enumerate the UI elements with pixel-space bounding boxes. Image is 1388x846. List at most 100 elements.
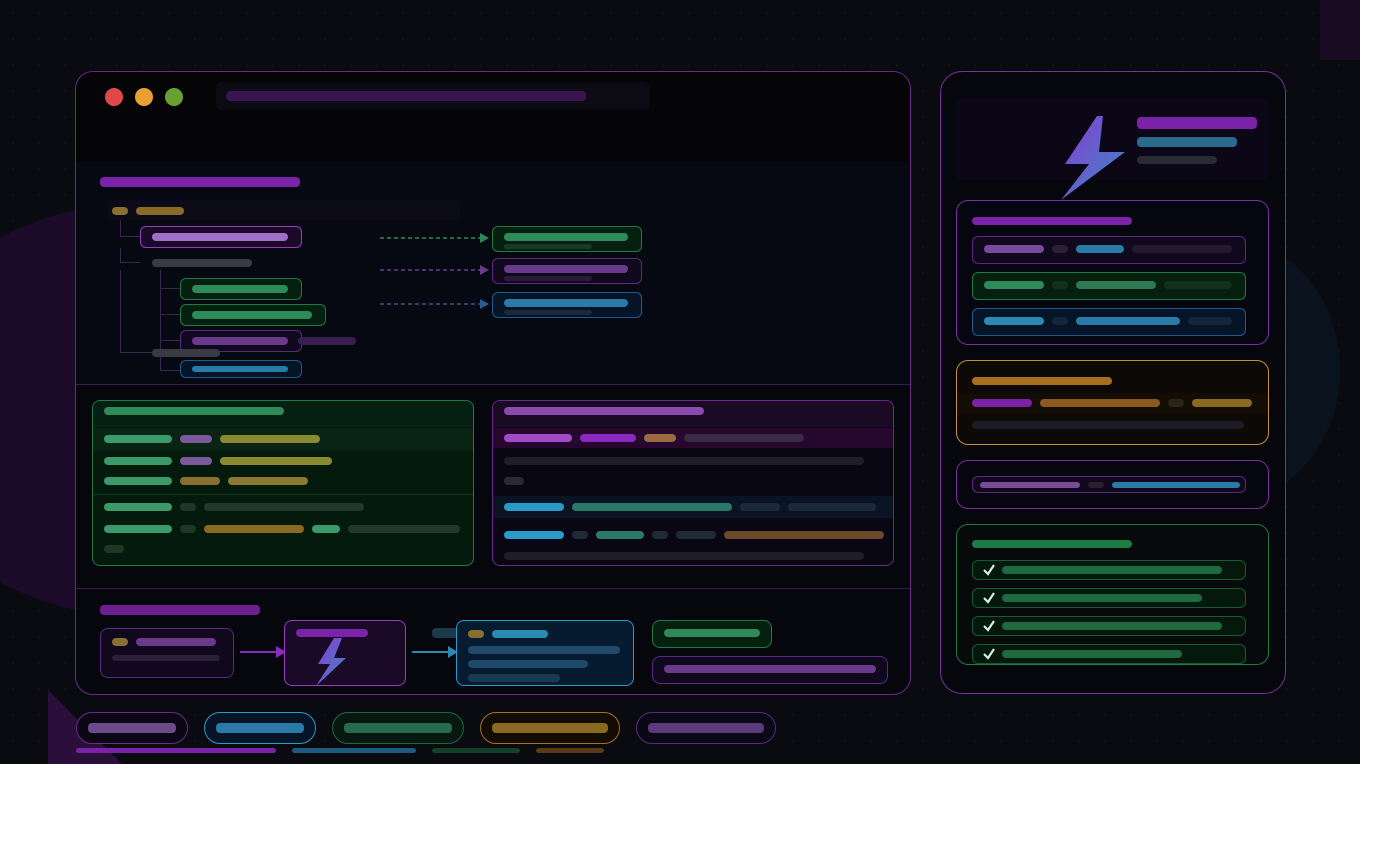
code-token [104,477,172,485]
filter-chip-label [216,723,304,733]
warning-token [972,399,1032,407]
tree-connector [160,314,180,315]
tree-connector [120,236,140,237]
warning-token [1192,399,1252,407]
output-node-meta [504,276,592,281]
output-node-label [504,233,628,241]
code-token [104,457,172,465]
prop-key [984,281,1044,289]
code-token [204,503,364,511]
output-node-label [504,299,628,307]
main-window [75,71,911,695]
minimize-button[interactable] [135,88,153,106]
code-token [572,531,588,539]
progress-segment-green [432,748,520,753]
tree-connector [160,340,180,341]
tree-connector [120,248,121,262]
code-token [220,457,332,465]
code-token [740,503,780,511]
warning-token [1168,399,1184,407]
pipeline-output-icon [468,630,484,638]
tree-node-label [192,366,288,372]
pipeline-result-label [664,665,876,673]
code-token [204,525,304,533]
prop-value [1076,245,1124,253]
filter-chip-label [88,723,176,733]
tree-node-label [192,285,288,293]
tree-folder-label[interactable] [152,259,252,267]
code-token [228,477,308,485]
pipeline-result-label [664,629,760,637]
prop-key [984,317,1044,325]
hero-meta [1137,156,1217,164]
checklist-item-label [1002,650,1182,658]
title-bar [76,72,910,162]
pipeline-title [100,605,260,615]
code-token [504,531,564,539]
code-token [312,525,340,533]
pipeline-output-label [492,630,548,638]
tree-connector [120,352,152,353]
pipeline-output-line [468,660,588,668]
code-token [580,434,636,442]
pipeline-output-line [468,674,560,682]
code-token [104,503,172,511]
checkmark-icon [983,592,995,604]
link-sep [1088,482,1104,488]
prop-sep [1052,317,1068,325]
code-token [220,435,320,443]
prop-sep [1052,245,1068,253]
checklist-item-label [1002,594,1202,602]
address-bar-text [226,91,586,101]
tree-root-icon [112,207,128,215]
tree-root-label [136,207,184,215]
background-glow [1320,0,1360,60]
code-token [644,434,676,442]
prop-extra [1164,281,1232,289]
checkmark-icon [983,564,995,576]
warning-token [1040,399,1160,407]
pipeline-source-card[interactable] [100,628,234,678]
tree-connector [120,262,140,263]
props-card-title [972,217,1132,225]
prop-value [1076,317,1180,325]
section-divider [76,384,910,385]
code-token [504,477,524,485]
code-token [596,531,644,539]
lightning-bolt-icon [1061,116,1125,200]
progress-segment-purple [76,748,276,753]
close-button[interactable] [105,88,123,106]
checkmark-icon [983,648,995,660]
code-token [504,552,864,560]
prop-extra [1188,317,1232,325]
prop-value [1076,281,1156,289]
tree-connector [160,370,180,371]
section-divider [76,588,910,589]
tree-node-tooltip [298,337,356,345]
filter-chip-label [648,723,764,733]
progress-segment-blue [292,748,416,753]
code-token [788,503,876,511]
tree-node-label [192,337,288,345]
tree-node-label [152,233,288,241]
code-token [104,435,172,443]
checklist-item-label [1002,566,1222,574]
code-panel-title [104,407,284,415]
link-key [980,482,1080,488]
code-row-divider [93,494,473,495]
maximize-button[interactable] [165,88,183,106]
output-node-meta [504,244,592,249]
tree-folder-label[interactable] [152,349,220,357]
code-token [504,434,572,442]
filter-chip-label [492,723,608,733]
pipeline-source-icon [112,638,128,646]
arrow-right-icon [412,646,458,658]
code-token [180,477,220,485]
code-token [504,503,564,511]
tree-panel-title [100,177,300,187]
code-token [180,525,196,533]
warning-meta [972,421,1244,429]
hero-subtitle [1137,137,1237,147]
code-panel-title [504,407,704,415]
code-token [104,525,172,533]
